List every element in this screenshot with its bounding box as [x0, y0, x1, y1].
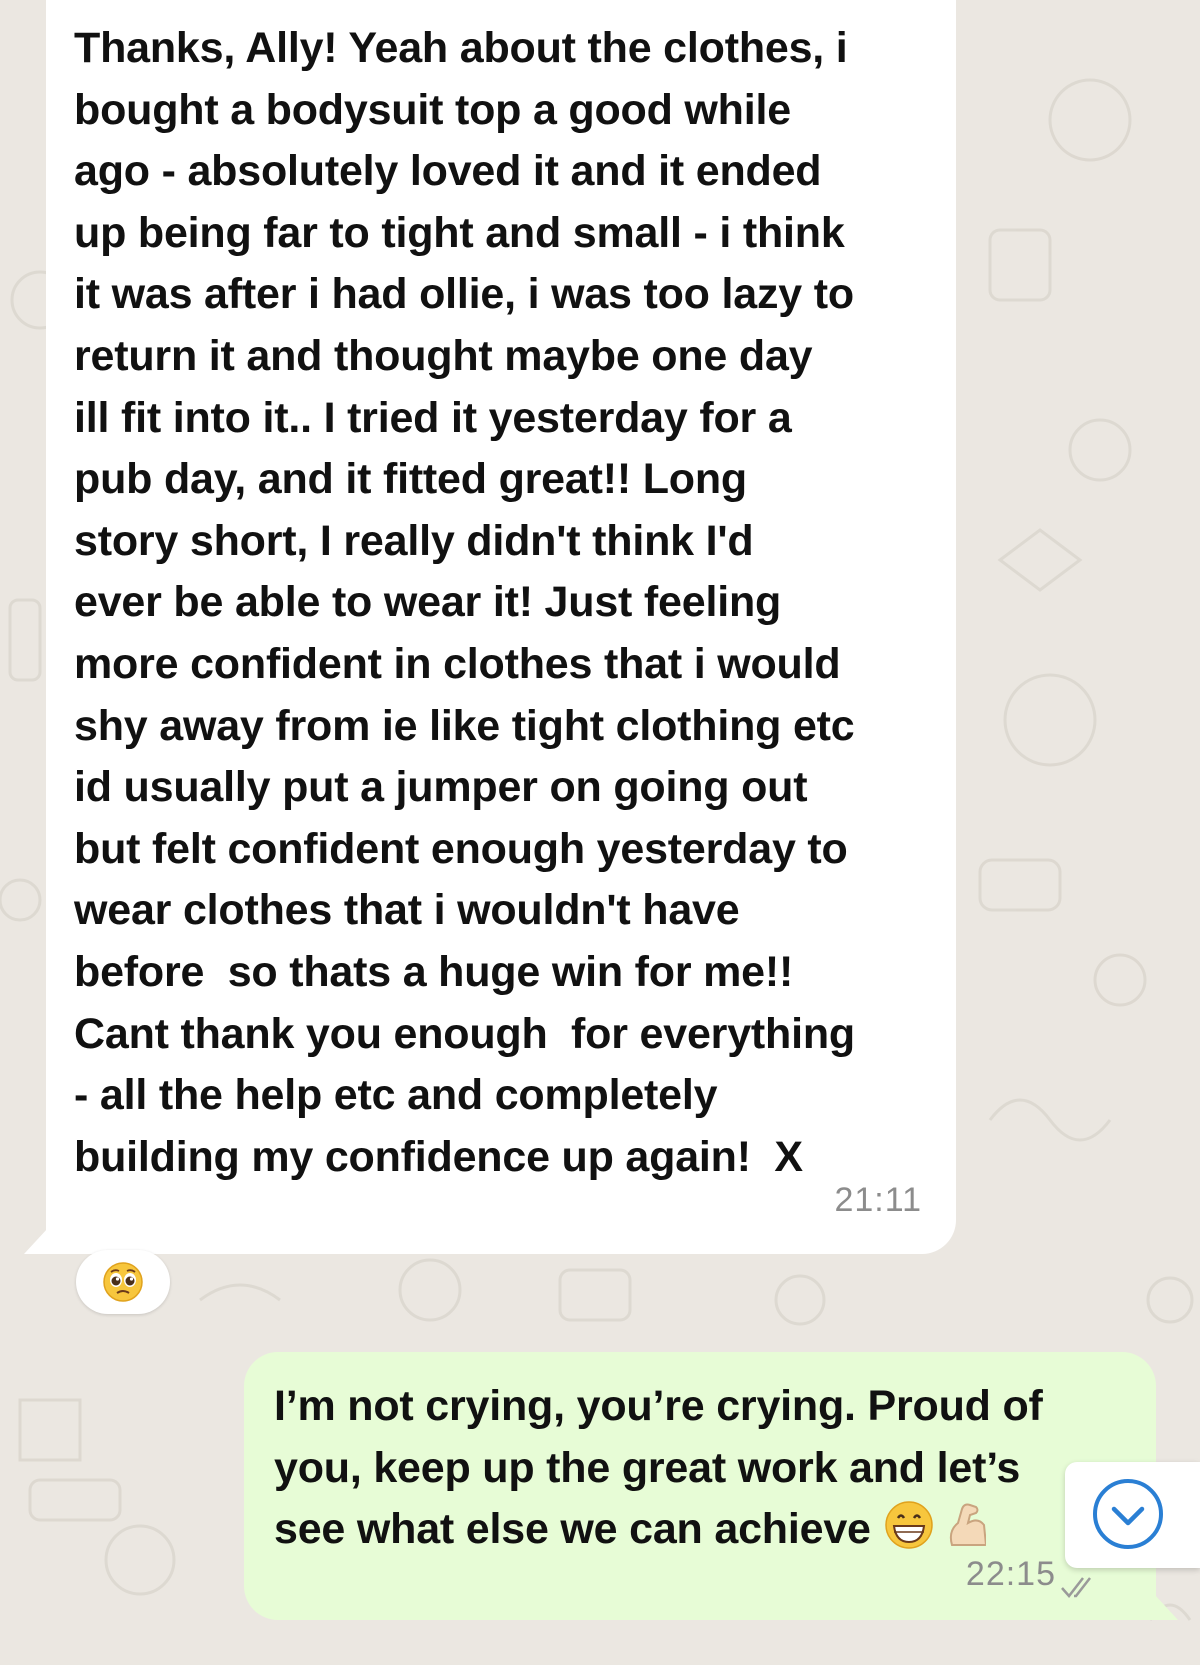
message-reaction[interactable] [76, 1250, 170, 1314]
outgoing-message-text: I’m not crying, you’re crying. Proud of … [274, 1376, 1126, 1561]
scroll-to-bottom-button[interactable] [1065, 1462, 1200, 1568]
outgoing-message-line-3: see what else we can achieve [274, 1505, 871, 1554]
pleading-face-emoji-icon [103, 1262, 143, 1302]
outgoing-message-time: 22:15 [965, 1555, 1056, 1594]
incoming-message-time: 21:11 [834, 1181, 922, 1220]
incoming-message-text: Thanks, Ally! Yeah about the clothes, i … [74, 24, 855, 1181]
grinning-face-emoji-icon [884, 1501, 933, 1549]
double-check-icon [1061, 1577, 1091, 1598]
flexed-biceps-emoji-icon [950, 1503, 987, 1547]
outgoing-message-line-1: I’m not crying, you’re crying. Proud of [274, 1382, 1043, 1430]
outgoing-message-bubble[interactable]: I’m not crying, you’re crying. Proud of … [244, 1352, 1178, 1620]
chevron-down-icon [1093, 1479, 1163, 1549]
incoming-message-bubble[interactable]: Thanks, Ally! Yeah about the clothes, i … [24, 0, 956, 1254]
outgoing-message-line-2: you, keep up the great work and let’s [274, 1443, 1021, 1492]
